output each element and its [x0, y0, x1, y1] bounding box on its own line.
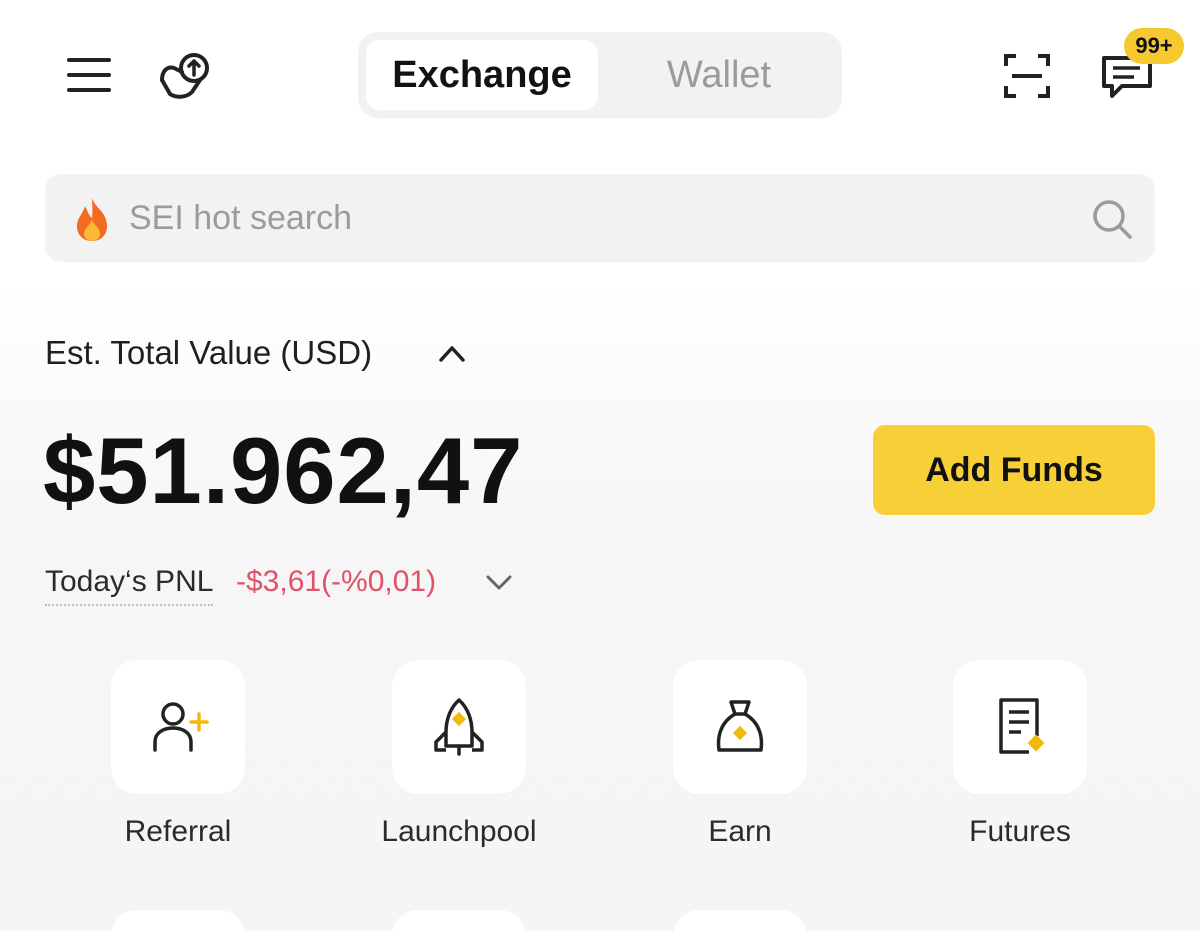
total-value-label: Est. Total Value (USD)	[45, 334, 373, 371]
chevron-up-icon[interactable]	[436, 340, 468, 366]
shortcut-referral[interactable]	[111, 660, 245, 794]
chevron-down-icon[interactable]	[484, 572, 514, 594]
search-placeholder: SEI hot search	[129, 199, 353, 237]
tab-wallet[interactable]: Wallet	[604, 40, 834, 110]
shortcut-label-referral: Referral	[124, 815, 232, 848]
shortcut-tile-partial[interactable]	[673, 910, 807, 940]
rocket-icon	[434, 698, 484, 756]
referral-icon	[153, 702, 209, 752]
pnl-value: -$3,61(-%0,01)	[236, 565, 437, 598]
shortcut-futures[interactable]	[953, 660, 1087, 794]
pnl-label[interactable]: Today‘s PNL	[45, 560, 214, 606]
fire-icon	[77, 198, 107, 241]
add-funds-button[interactable]: Add Funds	[873, 425, 1155, 515]
total-value: $51.962,47	[43, 418, 524, 523]
search-bar[interactable]: SEI hot search	[45, 174, 1155, 262]
shortcut-label-earn: Earn	[708, 815, 772, 848]
shortcut-tile-partial[interactable]	[392, 910, 526, 940]
shortcut-label-launchpool: Launchpool	[381, 815, 537, 848]
menu-icon[interactable]	[66, 52, 112, 98]
shortcut-tile-partial[interactable]	[111, 910, 245, 940]
document-icon	[999, 698, 1045, 754]
exchange-wallet-switch: Exchange Wallet	[358, 32, 842, 118]
buddy-icon[interactable]	[156, 50, 214, 102]
money-bag-icon	[716, 700, 764, 752]
tab-exchange[interactable]: Exchange	[366, 40, 598, 110]
scan-icon[interactable]	[1002, 52, 1052, 100]
shortcut-earn[interactable]	[673, 660, 807, 794]
shortcut-launchpool[interactable]	[392, 660, 526, 794]
shortcut-label-futures: Futures	[969, 815, 1071, 848]
notification-badge: 99+	[1124, 28, 1184, 64]
search-icon[interactable]	[1091, 198, 1133, 240]
